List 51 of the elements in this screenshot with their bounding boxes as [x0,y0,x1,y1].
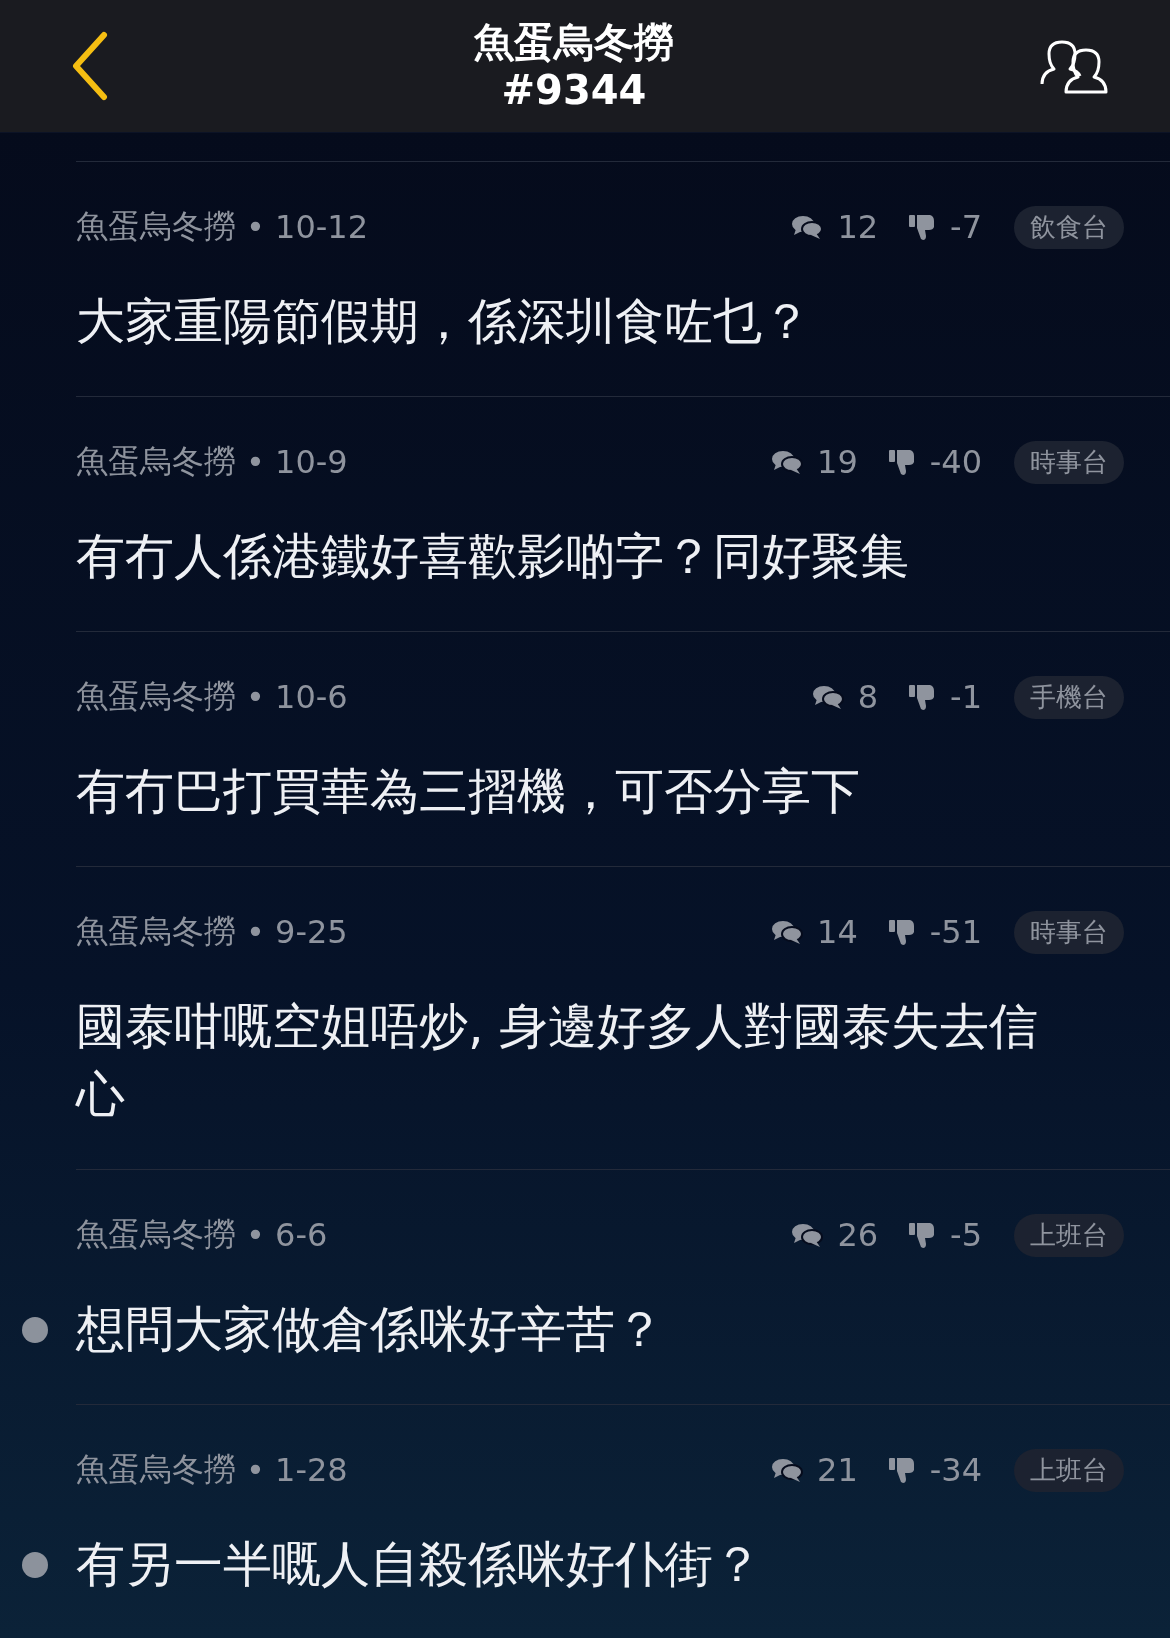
post-author: 魚蛋烏冬撈 [76,676,236,717]
post-title[interactable]: 有冇巴打買華為三摺機，可否分享下 [76,758,1056,826]
board-tag[interactable]: 上班台 [1014,1213,1124,1257]
post-date: • 6-6 [246,1216,328,1254]
comments-icon [771,449,803,475]
comment-count: 12 [837,208,879,246]
post-score: -40 [929,443,982,481]
thread-number: #9344 [501,66,647,114]
post-author: 魚蛋烏冬撈 [76,1449,236,1490]
post-score: -51 [929,913,982,951]
thumbs-down-icon [887,448,916,476]
post-date: • 1-28 [246,1451,348,1489]
post-title[interactable]: 國泰咁嘅空姐唔炒, 身邊好多人對國泰失去信心 [76,993,1056,1129]
board-tag[interactable]: 時事台 [1014,910,1124,954]
post-date: • 10-9 [246,443,348,481]
post-score: -34 [929,1451,982,1489]
post-date: • 9-25 [246,913,348,951]
post-title[interactable]: 想問大家做倉係咪好辛苦？ [76,1296,1056,1364]
board-tag[interactable]: 時事台 [1014,440,1124,484]
comment-count: 21 [817,1451,858,1489]
comments-icon [771,919,803,945]
thread-title: 魚蛋烏冬撈 [474,18,674,66]
post-score: -1 [950,678,982,716]
post-date: • 10-6 [246,678,348,716]
comment-count: 26 [837,1216,879,1254]
comments-icon [791,1222,824,1248]
post-title[interactable]: 大家重陽節假期，係深圳食咗乜？ [76,288,1056,356]
comment-count: 19 [817,443,858,481]
back-icon[interactable] [70,31,110,101]
thumbs-down-icon [887,918,916,946]
comment-count: 8 [857,678,879,716]
thumbs-down-icon [908,683,937,711]
post-title[interactable]: 有冇人係港鐵好喜歡影啲字？同好聚集 [76,523,1056,591]
post-author: 魚蛋烏冬撈 [76,441,236,482]
board-tag[interactable]: 上班台 [1014,1448,1124,1492]
post-score: -5 [950,1216,982,1254]
post-author: 魚蛋烏冬撈 [76,1214,236,1255]
board-tag[interactable]: 飲食台 [1014,205,1124,249]
post-score: -7 [950,208,982,246]
post-author: 魚蛋烏冬撈 [76,206,236,247]
comments-icon [771,1457,803,1483]
thumbs-down-icon [908,1221,937,1249]
post-author: 魚蛋烏冬撈 [76,911,236,952]
comment-count: 14 [817,913,858,951]
board-tag[interactable]: 手機台 [1014,675,1124,719]
comments-icon [791,214,824,240]
post-title[interactable]: 有另一半嘅人自殺係咪好仆街？ [76,1531,1056,1599]
comments-icon [811,684,844,710]
thumbs-down-icon [908,213,937,241]
thumbs-down-icon [887,1456,916,1484]
post-date: • 10-12 [246,208,369,246]
